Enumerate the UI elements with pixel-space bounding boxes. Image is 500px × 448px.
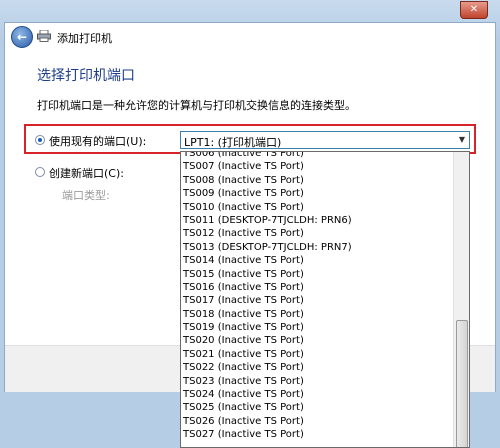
dropdown-item[interactable]: TS019 (Inactive TS Port) bbox=[181, 321, 453, 334]
close-button[interactable]: ✕ bbox=[460, 1, 488, 19]
printer-icon bbox=[37, 30, 51, 42]
title-bar: ✕ bbox=[0, 0, 500, 22]
dropdown-item[interactable]: TS008 (Inactive TS Port) bbox=[181, 174, 453, 187]
dropdown-item[interactable]: TS023 (Inactive TS Port) bbox=[181, 375, 453, 388]
page-title: 选择打印机端口 bbox=[37, 68, 135, 84]
scrollbar-thumb[interactable] bbox=[456, 320, 468, 447]
window-frame: ✕ ← 添加打印机 选择打印机端口 打印机端口是一种允许您的计算机与打印机交换信… bbox=[0, 0, 500, 448]
dropdown-item[interactable]: TS015 (Inactive TS Port) bbox=[181, 268, 453, 281]
dropdown-item[interactable]: TS011 (DESKTOP-7TJCLDH: PRN6) bbox=[181, 214, 453, 227]
create-new-port-radio[interactable] bbox=[35, 167, 45, 177]
dropdown-item[interactable]: TS027 (Inactive TS Port) bbox=[181, 428, 453, 441]
nav-title: 添加打印机 bbox=[57, 32, 112, 45]
port-type-label: 端口类型: bbox=[62, 189, 110, 202]
dropdown-item[interactable]: TS018 (Inactive TS Port) bbox=[181, 308, 453, 321]
nav-bar: ← 添加打印机 bbox=[5, 23, 495, 51]
dropdown-item[interactable]: TS025 (Inactive TS Port) bbox=[181, 401, 453, 414]
dropdown-item[interactable]: TS014 (Inactive TS Port) bbox=[181, 254, 453, 267]
dropdown-item[interactable]: TS026 (Inactive TS Port) bbox=[181, 415, 453, 428]
dropdown-item[interactable]: TS009 (Inactive TS Port) bbox=[181, 187, 453, 200]
dropdown-item[interactable]: TS020 (Inactive TS Port) bbox=[181, 334, 453, 347]
create-new-port-label[interactable]: 创建新端口(C): bbox=[49, 165, 124, 181]
dropdown-item[interactable]: TS010 (Inactive TS Port) bbox=[181, 201, 453, 214]
page-description: 打印机端口是一种允许您的计算机与打印机交换信息的连接类型。 bbox=[37, 99, 356, 112]
dropdown-item[interactable]: TS021 (Inactive TS Port) bbox=[181, 348, 453, 361]
dropdown-item[interactable]: TS007 (Inactive TS Port) bbox=[181, 160, 453, 173]
dropdown-item[interactable]: TS022 (Inactive TS Port) bbox=[181, 361, 453, 374]
dropdown-item[interactable]: TS017 (Inactive TS Port) bbox=[181, 294, 453, 307]
dropdown-item[interactable]: TS024 (Inactive TS Port) bbox=[181, 388, 453, 401]
dropdown-items: TS006 (Inactive TS Port) TS007 (Inactive … bbox=[181, 152, 453, 442]
dropdown-scrollbar[interactable] bbox=[453, 152, 469, 447]
dropdown-item[interactable]: TS013 (DESKTOP-7TJCLDH: PRN7) bbox=[181, 241, 453, 254]
dropdown-item[interactable]: TS016 (Inactive TS Port) bbox=[181, 281, 453, 294]
highlight-box bbox=[24, 124, 476, 154]
port-dropdown-list[interactable]: TS006 (Inactive TS Port) TS007 (Inactive … bbox=[180, 151, 470, 448]
dropdown-item[interactable]: TS012 (Inactive TS Port) bbox=[181, 227, 453, 240]
back-arrow-icon[interactable]: ← bbox=[11, 26, 33, 48]
dropdown-item[interactable]: TS006 (Inactive TS Port) bbox=[181, 152, 453, 160]
